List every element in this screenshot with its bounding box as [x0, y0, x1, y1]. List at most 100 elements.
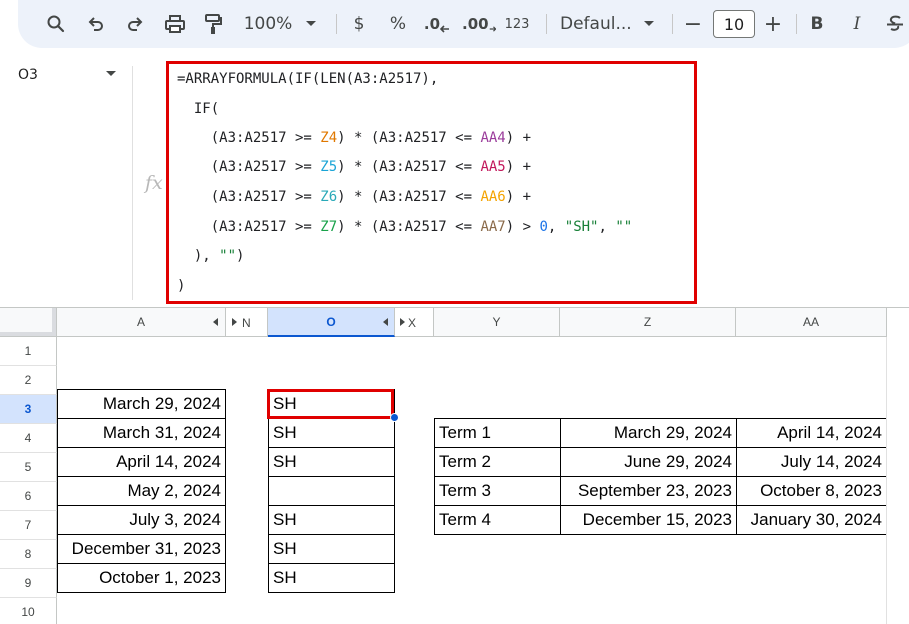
cell-y4[interactable]: Term 1: [434, 418, 561, 448]
cell-aa7[interactable]: January 30, 2024: [736, 505, 887, 535]
cell-y6[interactable]: Term 3: [434, 476, 561, 506]
print-icon[interactable]: [163, 10, 187, 38]
hidden-columns-left-arrow-icon[interactable]: [213, 318, 218, 326]
formula-token: "SH": [564, 219, 599, 235]
hidden-columns-right-arrow-icon[interactable]: [400, 318, 405, 326]
arrow-right-icon: [489, 26, 496, 32]
formula-token: IF(: [177, 101, 220, 117]
bold-button[interactable]: B: [806, 10, 828, 38]
zoom-dropdown-icon[interactable]: [304, 10, 318, 38]
row-header[interactable]: 4: [0, 424, 57, 453]
formula-token: ,: [547, 219, 565, 235]
cell-a9[interactable]: October 1, 2023: [57, 563, 226, 593]
cell-z5[interactable]: June 29, 2024: [560, 447, 737, 477]
row-header[interactable]: 6: [0, 482, 57, 511]
cell-a5[interactable]: April 14, 2024: [57, 447, 226, 477]
percent-format-button[interactable]: %: [387, 10, 409, 38]
cell-z4[interactable]: March 29, 2024: [560, 418, 737, 448]
hidden-columns-left-arrow-icon[interactable]: [383, 318, 388, 326]
hidden-columns-right-arrow-icon[interactable]: [232, 318, 237, 326]
column-header-a[interactable]: A: [57, 308, 226, 337]
column-header-label: X: [408, 316, 417, 330]
toolbar-divider: [546, 14, 547, 34]
currency-format-button[interactable]: $: [348, 10, 370, 38]
column-header-x[interactable]: X: [395, 308, 434, 337]
row-header[interactable]: 9: [0, 569, 57, 598]
cell-y7[interactable]: Term 4: [434, 505, 561, 535]
cell-aa4[interactable]: April 14, 2024: [736, 418, 887, 448]
row-header[interactable]: 10: [0, 598, 57, 624]
formula-bar-divider: [132, 66, 133, 300]
cell-aa6[interactable]: October 8, 2023: [736, 476, 887, 506]
fx-icon: fx: [145, 172, 163, 194]
formula-token: ) * (A3:A2517 <=: [337, 189, 481, 205]
formula-token: AA6: [480, 189, 506, 205]
formula-line: (A3:A2517 >= Z6) * (A3:A2517 <= AA6) +: [177, 189, 531, 209]
name-box-ref: O3: [18, 67, 38, 83]
formula-token: ,: [598, 219, 616, 235]
row-header-selected[interactable]: 3: [0, 395, 57, 424]
font-size-input[interactable]: 10: [713, 10, 755, 38]
more-formats-button[interactable]: 123: [502, 10, 532, 38]
column-header-label: A: [136, 315, 145, 329]
column-header-o[interactable]: O: [268, 308, 395, 337]
cell-a7[interactable]: July 3, 2024: [57, 505, 226, 535]
undo-icon[interactable]: [84, 10, 108, 38]
freeze-row-handle[interactable]: [0, 332, 56, 336]
formula-token: Z4: [320, 130, 338, 146]
cell-o7[interactable]: SH: [268, 505, 395, 535]
row-header[interactable]: 1: [0, 337, 57, 366]
font-dropdown-icon[interactable]: [642, 10, 656, 38]
column-header-n[interactable]: N: [226, 308, 268, 337]
decrease-font-size-button[interactable]: −: [682, 10, 704, 38]
cell-o6[interactable]: [268, 476, 395, 506]
column-header-aa[interactable]: AA: [736, 308, 887, 337]
column-header-z[interactable]: Z: [560, 308, 736, 337]
row-header[interactable]: 5: [0, 453, 57, 482]
zoom-select[interactable]: 100%: [243, 10, 293, 38]
increase-font-size-button[interactable]: +: [762, 10, 784, 38]
formula-token: ) +: [505, 189, 532, 205]
search-menus-icon[interactable]: [44, 10, 68, 38]
increase-decimal-label: .00: [462, 15, 489, 33]
increase-decimal-button[interactable]: .00: [462, 10, 496, 38]
cell-z6[interactable]: September 23, 2023: [560, 476, 737, 506]
formula-token: =ARRAYFORMULA(IF(LEN(A3:A2517),: [177, 71, 439, 87]
formula-token: ) * (A3:A2517 <=: [337, 130, 481, 146]
row-header[interactable]: 2: [0, 366, 57, 395]
formula-line: IF(: [177, 101, 219, 121]
row-header[interactable]: 7: [0, 511, 57, 540]
formula-token: AA5: [480, 159, 506, 175]
name-box-dropdown-icon[interactable]: [106, 71, 116, 76]
italic-button[interactable]: I: [846, 10, 868, 38]
font-select[interactable]: Defaul...: [560, 10, 632, 38]
formula-input[interactable]: =ARRAYFORMULA(IF(LEN(A3:A2517), IF( (A3:…: [166, 61, 697, 304]
decrease-decimal-button[interactable]: .0: [422, 10, 452, 38]
cell-o5[interactable]: SH: [268, 447, 395, 477]
cell-aa5[interactable]: July 14, 2024: [736, 447, 887, 477]
redo-icon[interactable]: [123, 10, 147, 38]
column-header-y[interactable]: Y: [434, 308, 560, 337]
row-header[interactable]: 8: [0, 540, 57, 569]
formula-token: ) +: [505, 159, 532, 175]
grid-right-edge: [886, 337, 887, 624]
formula-token: AA4: [480, 130, 506, 146]
cell-a4[interactable]: March 31, 2024: [57, 418, 226, 448]
fill-handle[interactable]: [390, 413, 399, 422]
formula-line: ): [177, 278, 185, 298]
strikethrough-icon[interactable]: [884, 10, 906, 38]
cell-a6[interactable]: May 2, 2024: [57, 476, 226, 506]
cell-o8[interactable]: SH: [268, 534, 395, 564]
cell-a3[interactable]: March 29, 2024: [57, 389, 226, 419]
cell-o4[interactable]: SH: [268, 418, 395, 448]
cell-z7[interactable]: December 15, 2023: [560, 505, 737, 535]
toolbar-divider: [336, 14, 337, 34]
cell-a8[interactable]: December 31, 2023: [57, 534, 226, 564]
cell-o9[interactable]: SH: [268, 563, 395, 593]
formula-token: ) >: [505, 219, 540, 235]
formula-token: ): [177, 278, 186, 294]
paint-format-icon[interactable]: [201, 10, 225, 38]
formula-token: "": [219, 248, 237, 264]
name-box[interactable]: O3: [0, 58, 132, 300]
cell-y5[interactable]: Term 2: [434, 447, 561, 477]
